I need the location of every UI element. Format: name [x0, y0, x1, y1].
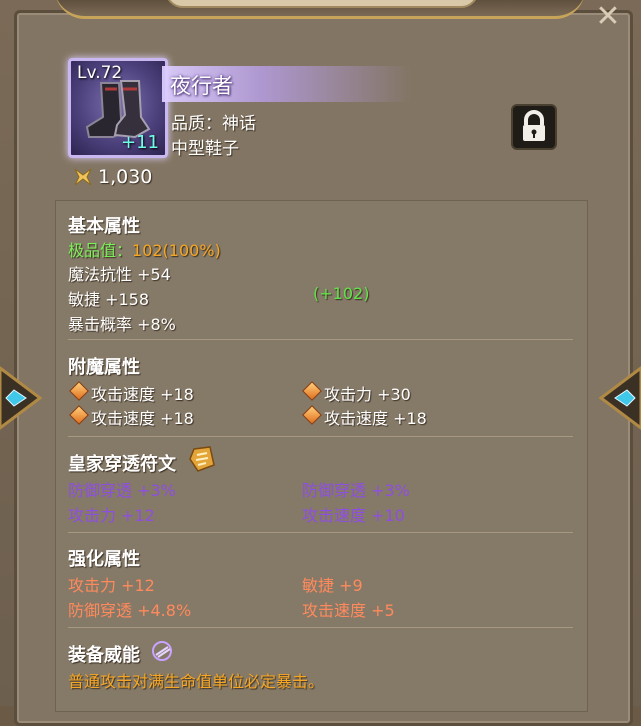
upgrade-stat: 防御穿透 +4.8%: [68, 601, 192, 620]
item-detail-window: ✕ Lv.72 +11 夜行者 品质：神话 中型鞋子 1,030 基本属性 极品…: [0, 0, 641, 726]
top-ornament: [55, 0, 585, 19]
gold-value: 1,030: [98, 166, 153, 188]
gold-icon: [74, 168, 92, 186]
left-ornament: [0, 366, 43, 430]
section-divider: [68, 339, 573, 340]
rune-attributes-title: 皇家穿透符文: [68, 454, 176, 475]
enchant-attributes-title: 附魔属性: [68, 357, 140, 378]
upgrade-stat: 攻击力 +12: [68, 576, 155, 595]
stat-agility-bonus: (+102): [313, 284, 370, 303]
item-name: 夜行者: [170, 74, 233, 98]
perfect-value-row: 极品值：102(100%): [68, 237, 221, 261]
enhance-level: +11: [121, 132, 159, 153]
power-description: 普通攻击对满生命值单位必定暴击。: [68, 672, 325, 691]
lock-button[interactable]: [511, 104, 557, 150]
upgrade-stat: 敏捷 +9: [302, 576, 363, 595]
enchant-stat: 攻击速度 +18: [91, 409, 194, 428]
enchant-stat: 攻击速度 +18: [324, 409, 427, 428]
close-icon: ✕: [595, 0, 621, 34]
basic-attributes-title: 基本属性: [68, 216, 140, 237]
lock-icon: [523, 110, 545, 141]
right-ornament: [598, 366, 641, 430]
upgrade-stat: 攻击速度 +5: [302, 601, 395, 620]
stat-crit-chance: 暴击概率 +8%: [68, 315, 176, 334]
section-divider: [68, 532, 573, 533]
section-divider: [68, 436, 573, 437]
perfect-value-label: 极品值：: [68, 241, 133, 260]
rune-stat: 防御穿透 +3%: [302, 481, 410, 500]
equipment-power-title: 装备威能: [68, 645, 140, 666]
stat-agility: 敏捷 +158: [68, 290, 150, 309]
rune-stat: 攻击速度 +10: [302, 506, 405, 525]
enchant-stat: 攻击速度 +18: [91, 385, 194, 404]
power-icon[interactable]: [150, 639, 174, 663]
item-icon-slot: Lv.72 +11: [68, 58, 168, 158]
stat-magic-resist: 魔法抗性 +54: [68, 265, 171, 284]
top-ornament-plate: [165, 0, 479, 8]
close-button[interactable]: ✕: [593, 2, 623, 32]
rune-icon[interactable]: [188, 445, 216, 473]
perfect-value: 102(100%): [132, 241, 221, 260]
section-divider: [68, 627, 573, 628]
rune-stat: 攻击力 +12: [68, 506, 155, 525]
upgrade-attributes-title: 强化属性: [68, 549, 140, 570]
enchant-stat: 攻击力 +30: [324, 385, 411, 404]
rune-stat: 防御穿透 +3%: [68, 481, 176, 500]
item-quality: 品质：神话: [171, 114, 256, 134]
item-type: 中型鞋子: [171, 139, 239, 159]
